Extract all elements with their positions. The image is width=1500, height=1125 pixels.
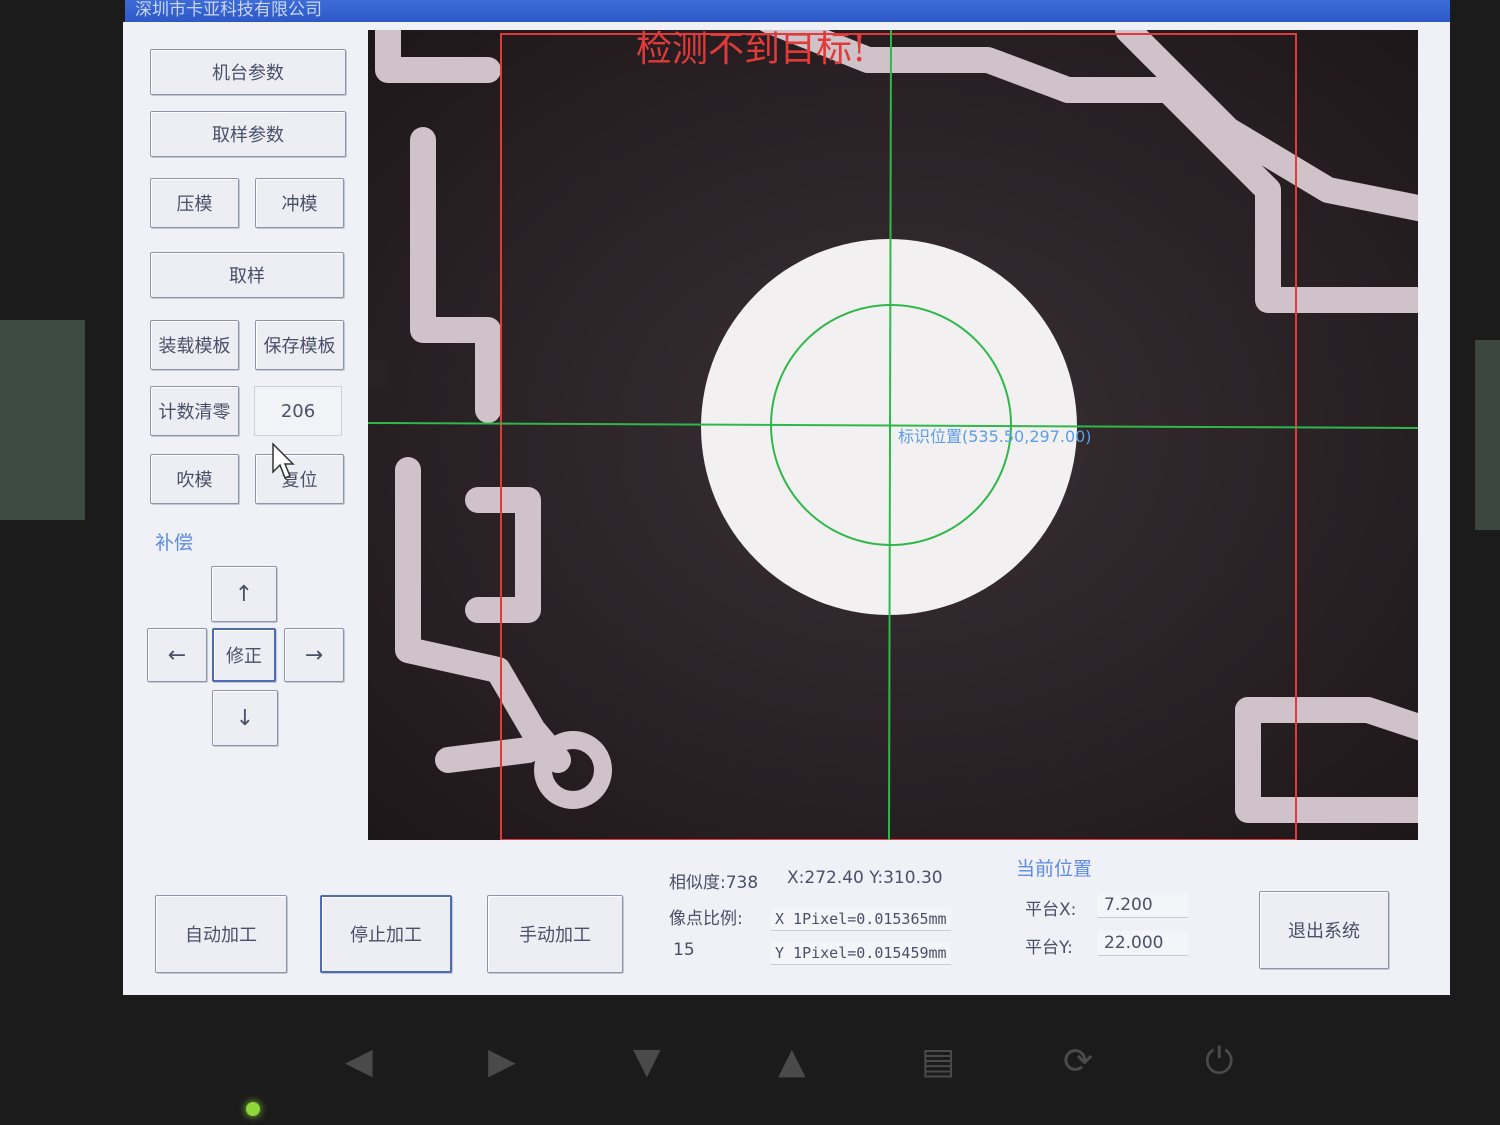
hw-up-icon[interactable]: ▲ [778, 1042, 806, 1082]
power-led [246, 1102, 260, 1116]
platform-x-label: 平台X: [1025, 900, 1077, 920]
compensation-label: 补偿 [155, 532, 194, 554]
machine-params-button[interactable]: 机台参数 [150, 49, 346, 95]
count-clear-button[interactable]: 计数清零 [150, 386, 239, 436]
platform-y-value: 22.000 [1098, 931, 1188, 956]
stop-process-button[interactable]: 停止加工 [320, 895, 452, 973]
target-position-text: 标识位置(535.50,297.00) [898, 427, 1092, 446]
punch-mold-button[interactable]: 冲模 [255, 178, 344, 228]
x-pixel-ratio: X 1Pixel=0.015365mm [771, 908, 951, 931]
hw-down-icon[interactable]: ▼ [633, 1042, 661, 1082]
save-template-button[interactable]: 保存模板 [255, 320, 344, 370]
hw-power-icon[interactable]: ⏻ [1205, 1042, 1233, 1082]
detection-message: 检测不到目标! [636, 30, 867, 70]
hw-auto-icon[interactable]: ⟳ [1063, 1042, 1093, 1082]
correct-button[interactable]: 修正 [212, 628, 276, 682]
hw-menu-icon[interactable]: ▤ [921, 1042, 955, 1082]
pcb-image [368, 30, 1418, 840]
current-position-label: 当前位置 [1016, 858, 1093, 880]
platform-x-value: 7.200 [1098, 893, 1188, 918]
compensation-down-button[interactable]: ↓ [212, 690, 278, 746]
hw-left-icon[interactable]: ◀ [345, 1042, 373, 1082]
auto-process-button[interactable]: 自动加工 [155, 895, 287, 973]
pixel-ratio-label: 像点比例: [669, 909, 743, 929]
camera-view[interactable]: 检测不到目标! 标识位置(535.50,297.00) [368, 30, 1418, 840]
bezel-reflection-left [0, 320, 85, 520]
press-mold-button[interactable]: 压模 [150, 178, 239, 228]
sampling-params-button[interactable]: 取样参数 [150, 111, 346, 157]
y-pixel-ratio: Y 1Pixel=0.015459mm [771, 942, 951, 965]
similarity-text: 相似度:738 [669, 873, 759, 893]
compensation-up-button[interactable]: ↑ [211, 566, 277, 622]
count-display: 206 [254, 386, 342, 436]
window-title: 深圳市卡亚科技有限公司 [135, 0, 322, 20]
sample-button[interactable]: 取样 [150, 252, 344, 298]
reset-button[interactable]: 复位 [255, 454, 344, 504]
exit-system-button[interactable]: 退出系统 [1259, 891, 1389, 969]
blow-mold-button[interactable]: 吹模 [150, 454, 239, 504]
compensation-left-button[interactable]: ← [147, 628, 207, 682]
compensation-right-button[interactable]: → [284, 628, 344, 682]
coordinate-text: X:272.40 Y:310.30 [787, 868, 943, 888]
mouse-cursor-icon [271, 442, 295, 486]
load-template-button[interactable]: 装载模板 [150, 320, 239, 370]
manual-process-button[interactable]: 手动加工 [487, 895, 623, 973]
hw-right-icon[interactable]: ▶ [488, 1042, 516, 1082]
window-title-bar: 深圳市卡亚科技有限公司 [125, 0, 1450, 22]
pixel-ratio-value: 15 [673, 940, 695, 960]
app-screen: 机台参数 取样参数 压模 冲模 取样 装载模板 保存模板 计数清零 206 吹模… [123, 22, 1450, 995]
bezel-reflection-right [1475, 340, 1500, 530]
platform-y-label: 平台Y: [1025, 938, 1073, 958]
